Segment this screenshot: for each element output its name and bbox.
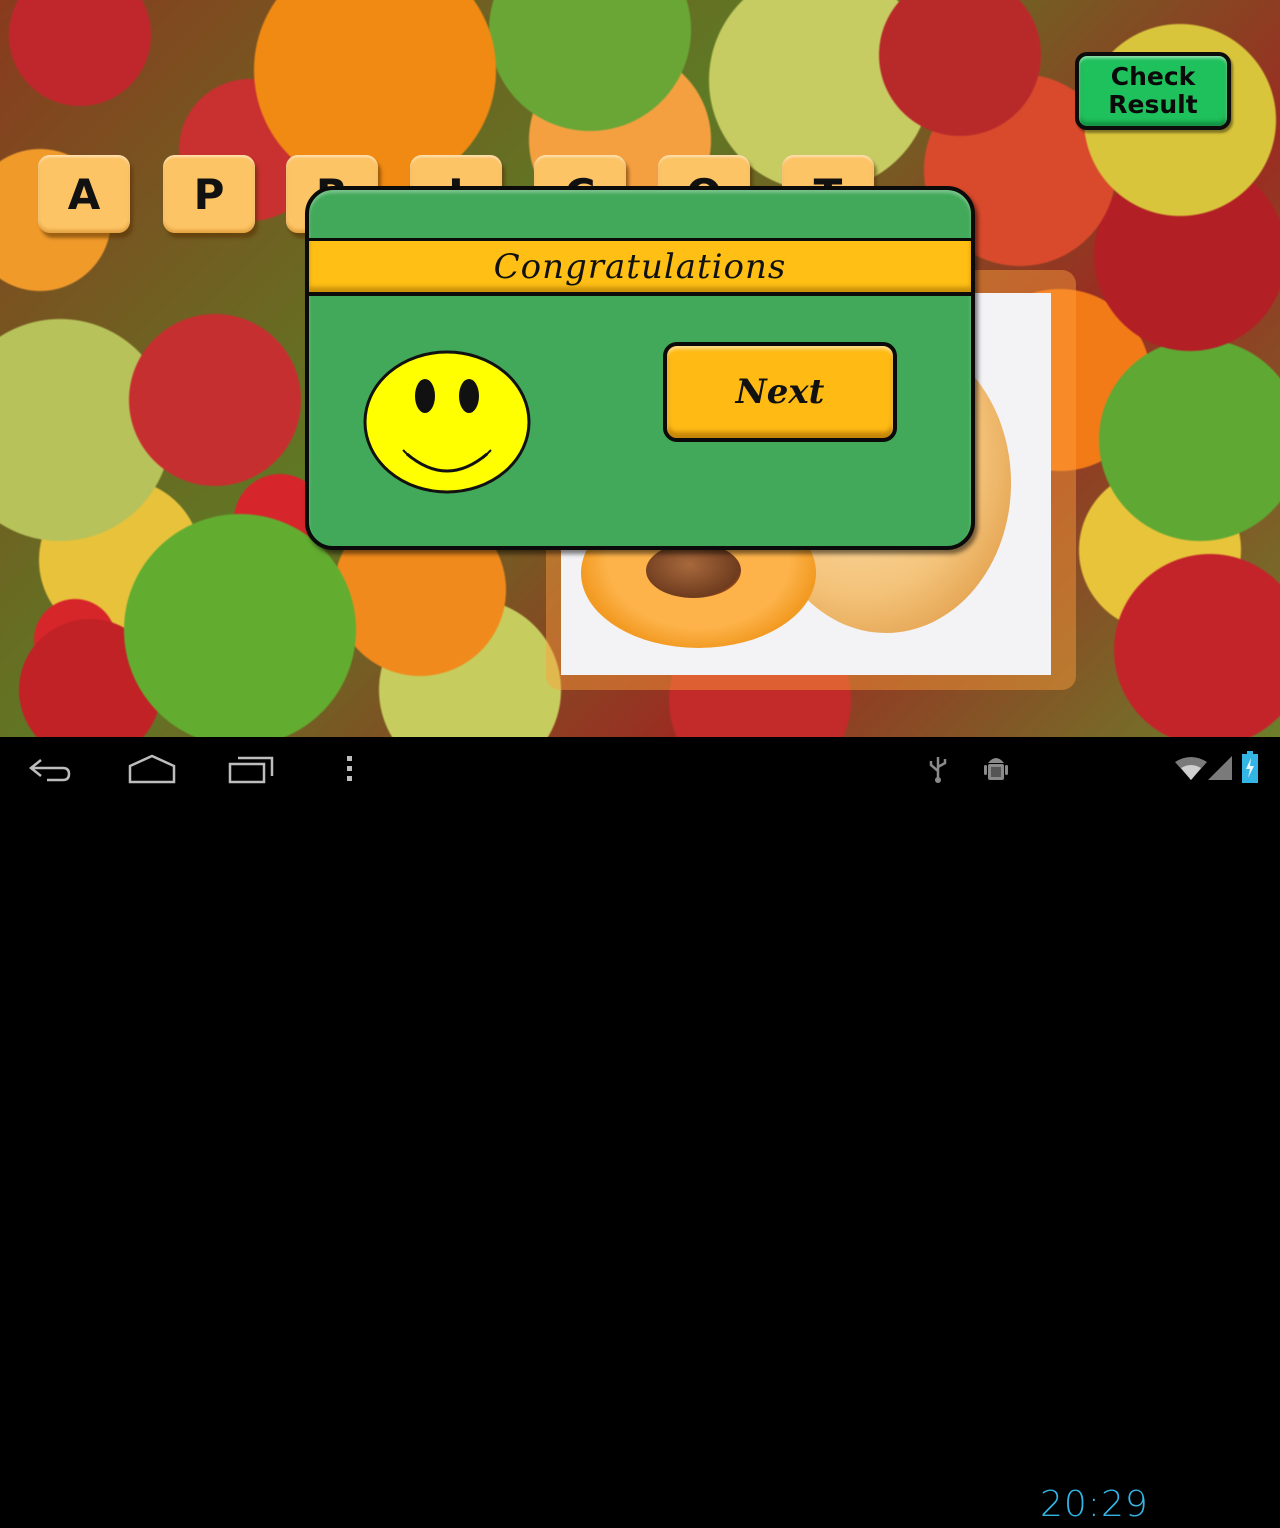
apricot-pit-image — [646, 543, 741, 598]
menu-overflow-icon — [347, 756, 352, 781]
menu-overflow-button[interactable] — [338, 751, 362, 787]
dialog-header: Congratulations — [309, 238, 971, 296]
game-background: A P R I C O T Check Result Congratulatio… — [0, 0, 1280, 737]
recent-apps-button[interactable] — [224, 751, 280, 787]
check-result-button[interactable]: Check Result — [1075, 52, 1231, 130]
back-icon — [28, 759, 71, 782]
back-button[interactable] — [22, 751, 78, 787]
android-system-bar: 20:29 — [0, 737, 1280, 1525]
smiley-face-icon — [363, 350, 531, 494]
battery-charging-icon — [1242, 751, 1258, 783]
check-result-label-line1: Check — [1110, 62, 1196, 91]
letter-tile[interactable]: A — [38, 155, 130, 233]
next-button[interactable]: Next — [663, 342, 897, 442]
wifi-icon — [1175, 757, 1207, 780]
letter-tile[interactable]: P — [163, 155, 255, 233]
check-result-label-line2: Result — [1108, 90, 1198, 119]
status-clock: 20:29 — [1040, 1484, 1149, 1525]
home-button[interactable] — [124, 751, 180, 787]
recent-apps-icon — [228, 756, 274, 784]
android-debug-icon — [984, 758, 1008, 780]
signal-icon — [1208, 756, 1232, 780]
home-icon — [128, 754, 176, 784]
congratulations-dialog: Congratulations Next — [305, 186, 975, 550]
next-button-label: Next — [735, 372, 825, 412]
usb-icon — [929, 757, 947, 783]
dialog-title: Congratulations — [493, 246, 787, 287]
